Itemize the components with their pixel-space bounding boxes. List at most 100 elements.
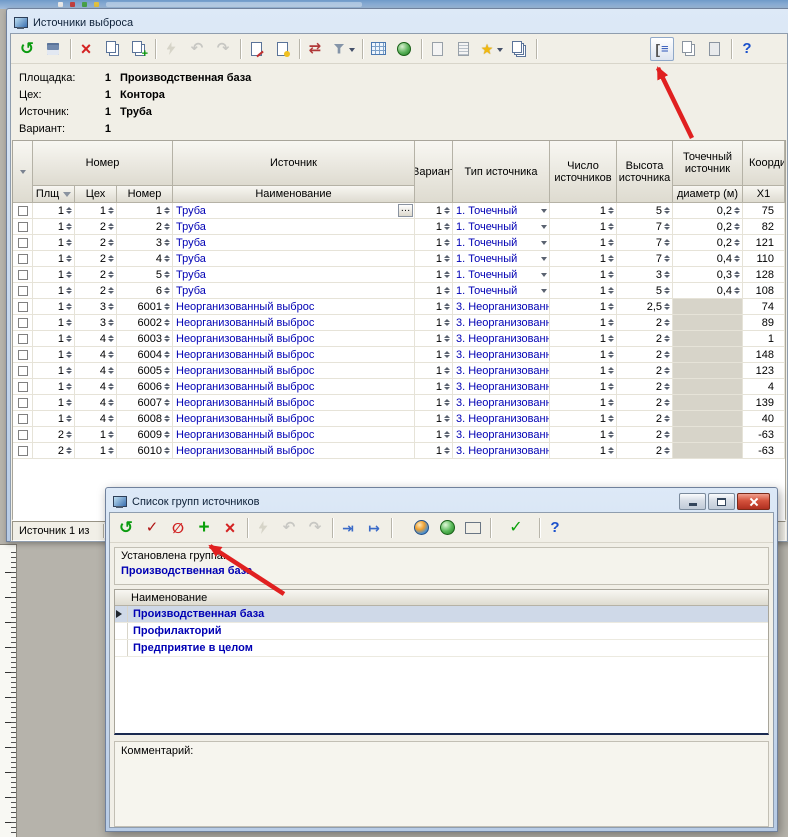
- cell-chislo[interactable]: 1: [550, 379, 617, 394]
- cell-name[interactable]: Неорганизованный выброс: [173, 427, 415, 442]
- cell-nomer[interactable]: 6009: [117, 427, 173, 442]
- sources-window-titlebar[interactable]: Источники выброса: [10, 12, 788, 33]
- keyboard-button[interactable]: [461, 516, 485, 540]
- spinner[interactable]: [608, 239, 614, 246]
- cell-plsh[interactable]: 1: [33, 267, 75, 282]
- cell-diametr[interactable]: 0,3: [673, 267, 743, 282]
- group-row[interactable]: Производственная база: [115, 606, 768, 623]
- cell-diametr[interactable]: [673, 299, 743, 314]
- cell-nomer[interactable]: 1: [117, 203, 173, 218]
- cell-nomer[interactable]: 6006: [117, 379, 173, 394]
- cell-diametr[interactable]: [673, 363, 743, 378]
- cell-chislo[interactable]: 1: [550, 427, 617, 442]
- cell-nomer[interactable]: 6007: [117, 395, 173, 410]
- header-chislo-istochnikov[interactable]: Число источников: [550, 141, 617, 203]
- cell-tip[interactable]: 3. Неорганизованный: [453, 395, 550, 410]
- undo-button[interactable]: [185, 37, 209, 61]
- cell-chislo[interactable]: 1: [550, 219, 617, 234]
- spinner[interactable]: [664, 399, 670, 406]
- table-row[interactable]: 146005Неорганизованный выброс13. Неорган…: [13, 363, 785, 379]
- cancel-button[interactable]: [166, 516, 190, 540]
- spinner[interactable]: [444, 271, 450, 278]
- cell-vysota[interactable]: 2: [617, 331, 673, 346]
- group-row[interactable]: Предприятие в целом: [115, 640, 768, 657]
- cell-x1[interactable]: 4: [743, 379, 785, 394]
- cell-tseh[interactable]: 2: [75, 251, 117, 266]
- row-checkbox[interactable]: [18, 350, 28, 360]
- spinner[interactable]: [164, 351, 170, 358]
- cell-nomer[interactable]: 6001: [117, 299, 173, 314]
- table-row[interactable]: 146007Неорганизованный выброс13. Неорган…: [13, 395, 785, 411]
- globe-doc-button[interactable]: [392, 37, 416, 61]
- cell-plsh[interactable]: 2: [33, 427, 75, 442]
- cell-tip[interactable]: 1. Точечный: [453, 267, 550, 282]
- cell-chislo[interactable]: 1: [550, 315, 617, 330]
- cell-nomer[interactable]: 6002: [117, 315, 173, 330]
- cell-diametr[interactable]: [673, 395, 743, 410]
- spinner[interactable]: [66, 271, 72, 278]
- spinner[interactable]: [444, 255, 450, 262]
- table-row[interactable]: 124Труба11. Точечный170,4110: [13, 251, 785, 267]
- cell-x1[interactable]: 74: [743, 299, 785, 314]
- spinner[interactable]: [664, 287, 670, 294]
- cell-tseh[interactable]: 4: [75, 411, 117, 426]
- header-group-nomer[interactable]: Номер: [33, 141, 173, 186]
- spinner[interactable]: [66, 367, 72, 374]
- spinner[interactable]: [608, 383, 614, 390]
- copy-add-button[interactable]: [126, 37, 150, 61]
- header-koordinaty[interactable]: Координаты: [743, 141, 785, 186]
- cell-variant[interactable]: 1: [415, 219, 453, 234]
- cell-x1[interactable]: -63: [743, 427, 785, 442]
- row-checkbox[interactable]: [18, 270, 28, 280]
- row-checkbox[interactable]: [18, 302, 28, 312]
- table-row[interactable]: 136002Неорганизованный выброс13. Неорган…: [13, 315, 785, 331]
- spinner[interactable]: [108, 287, 114, 294]
- spinner[interactable]: [444, 207, 450, 214]
- undo-button[interactable]: [277, 516, 301, 540]
- header-group-istochnik[interactable]: Источник: [173, 141, 415, 186]
- spinner[interactable]: [664, 367, 670, 374]
- spinner[interactable]: [734, 271, 740, 278]
- spinner[interactable]: [164, 367, 170, 374]
- table-row[interactable]: 111Труба…11. Точечный150,275: [13, 203, 785, 219]
- spinner[interactable]: [108, 351, 114, 358]
- cell-x1[interactable]: -63: [743, 443, 785, 458]
- cell-diametr[interactable]: 0,2: [673, 235, 743, 250]
- cell-nomer[interactable]: 6: [117, 283, 173, 298]
- row-checkbox[interactable]: [18, 206, 28, 216]
- spinner[interactable]: [664, 255, 670, 262]
- spinner[interactable]: [608, 335, 614, 342]
- help-button[interactable]: [543, 516, 567, 540]
- cell-nomer[interactable]: 2: [117, 219, 173, 234]
- spinner[interactable]: [444, 239, 450, 246]
- spinner[interactable]: [444, 319, 450, 326]
- spinner[interactable]: [664, 207, 670, 214]
- spinner[interactable]: [608, 367, 614, 374]
- spinner[interactable]: [664, 223, 670, 230]
- cell-tip[interactable]: 1. Точечный: [453, 251, 550, 266]
- cell-chislo[interactable]: 1: [550, 395, 617, 410]
- cell-name[interactable]: Неорганизованный выброс: [173, 411, 415, 426]
- cell-tseh[interactable]: 2: [75, 267, 117, 282]
- cell-tseh[interactable]: 4: [75, 395, 117, 410]
- cell-name[interactable]: Неорганизованный выброс: [173, 347, 415, 362]
- cell-plsh[interactable]: 1: [33, 331, 75, 346]
- help-button[interactable]: [735, 37, 759, 61]
- spinner[interactable]: [444, 335, 450, 342]
- spinner[interactable]: [66, 303, 72, 310]
- header-sub-x1[interactable]: X1: [743, 186, 785, 203]
- header-sub-tseh[interactable]: Цех: [75, 186, 117, 203]
- spinner[interactable]: [664, 431, 670, 438]
- cell-plsh[interactable]: 1: [33, 315, 75, 330]
- spinner[interactable]: [664, 351, 670, 358]
- cell-diametr[interactable]: 0,2: [673, 203, 743, 218]
- spinner[interactable]: [608, 351, 614, 358]
- spinner[interactable]: [108, 335, 114, 342]
- spinner[interactable]: [108, 319, 114, 326]
- report-open-button[interactable]: [270, 37, 294, 61]
- cell-vysota[interactable]: 2: [617, 443, 673, 458]
- spinner[interactable]: [164, 415, 170, 422]
- spinner[interactable]: [444, 351, 450, 358]
- cell-nomer[interactable]: 6010: [117, 443, 173, 458]
- spinner[interactable]: [66, 399, 72, 406]
